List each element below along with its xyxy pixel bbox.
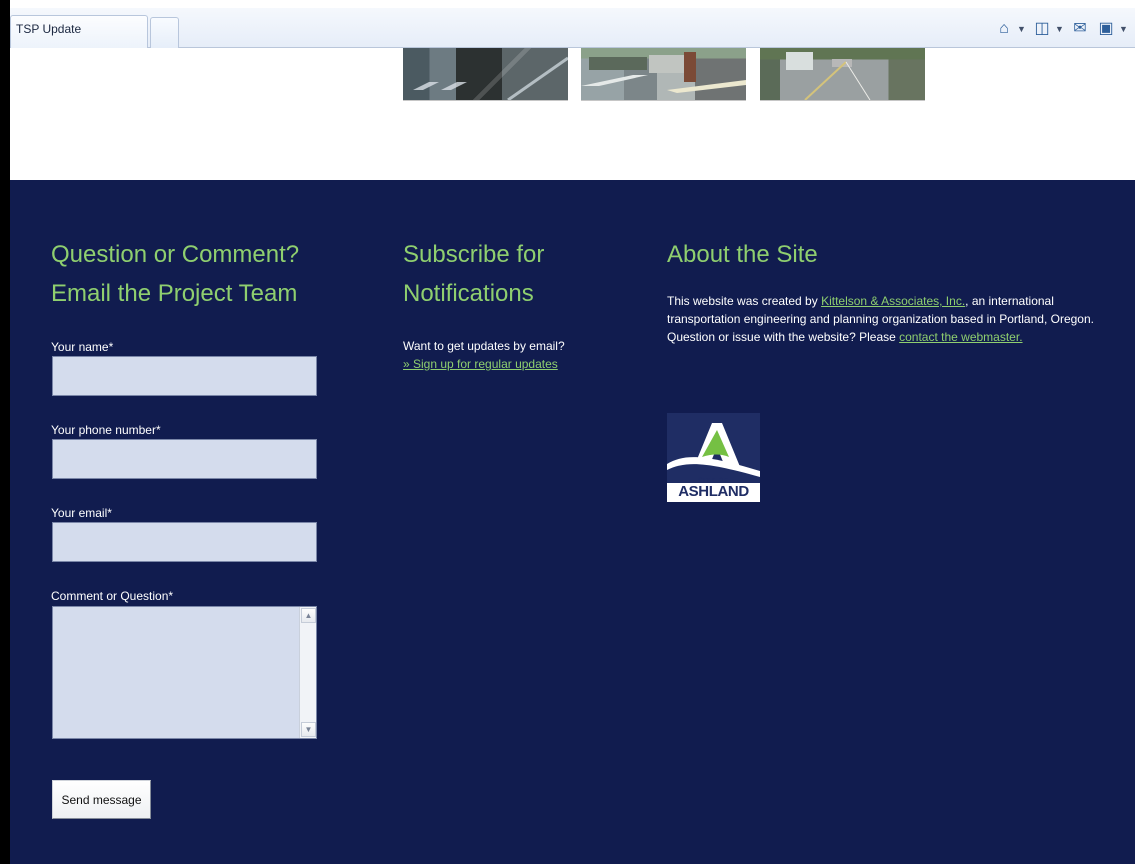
signup-link[interactable]: » Sign up for regular updates	[403, 357, 558, 371]
site-footer: Question or Comment? Email the Project T…	[10, 180, 1135, 864]
subscribe-text-block: Want to get updates by email? » Sign up …	[403, 337, 613, 373]
about-text: This website was created by Kittelson & …	[667, 292, 1107, 346]
phone-field[interactable]	[52, 439, 317, 479]
page-content: Question or Comment? Email the Project T…	[10, 48, 1135, 864]
comment-scrollbar[interactable]: ▲ ▼	[299, 607, 316, 738]
name-field[interactable]	[52, 356, 317, 396]
email-field[interactable]	[52, 522, 317, 562]
name-label: Your name*	[51, 340, 114, 354]
comment-label: Comment or Question*	[51, 589, 174, 603]
print-icon[interactable]: ▣	[1097, 20, 1115, 38]
tab-title: TSP Update	[16, 22, 82, 36]
street-photo	[403, 48, 568, 101]
feed-dropdown-icon[interactable]: ▼	[1055, 24, 1064, 34]
logo-name: ASHLAND	[678, 483, 749, 500]
comment-textarea[interactable]	[53, 607, 300, 738]
scroll-down-icon[interactable]: ▼	[301, 722, 316, 737]
about-text-start: This website was created by	[667, 294, 822, 308]
about-heading: About the Site	[667, 241, 818, 268]
crosswalk-photo	[581, 48, 746, 101]
contact-heading-line2: Email the Project Team	[51, 280, 298, 307]
subscribe-heading-line2: Notifications	[403, 280, 534, 307]
active-tab[interactable]: TSP Update	[10, 15, 148, 48]
subscribe-heading-line1: Subscribe for	[403, 241, 545, 268]
road-photo-graphic	[786, 52, 871, 100]
phone-label: Your phone number*	[51, 423, 161, 437]
contact-heading: Question or Comment? Email the Project T…	[51, 235, 351, 313]
subscribe-text: Want to get updates by email?	[403, 339, 565, 353]
road-photo	[760, 48, 925, 101]
scroll-up-icon[interactable]: ▲	[301, 608, 316, 623]
city-of-ashland-logo: CITY OF ASHLAND	[667, 413, 760, 502]
contact-heading-line1: Question or Comment?	[51, 241, 300, 268]
street-photo-graphic	[413, 56, 568, 100]
browser-tabbar: TSP Update ⌂ ▼ ◫ ▼ ✉ ▣ ▼	[10, 8, 1135, 48]
new-tab-button[interactable]	[150, 17, 179, 48]
webmaster-link[interactable]: contact the webmaster.	[899, 330, 1022, 344]
rss-feed-icon[interactable]: ◫	[1033, 20, 1051, 38]
comment-box: ▲ ▼	[52, 606, 317, 739]
browser-toolbar: ⌂ ▼ ◫ ▼ ✉ ▣ ▼	[995, 19, 1128, 39]
print-dropdown-icon[interactable]: ▼	[1119, 24, 1128, 34]
home-dropdown-icon[interactable]: ▼	[1017, 24, 1026, 34]
email-label: Your email*	[51, 506, 112, 520]
browser-window: TSP Update ⌂ ▼ ◫ ▼ ✉ ▣ ▼ Question or Com…	[10, 0, 1135, 864]
crosswalk-photo-graphic	[581, 52, 746, 93]
home-icon[interactable]: ⌂	[995, 20, 1013, 38]
subscribe-heading: Subscribe for Notifications	[403, 235, 613, 313]
kittelson-link[interactable]: Kittelson & Associates, Inc.	[821, 294, 965, 308]
send-message-button[interactable]: Send message	[52, 780, 151, 819]
mail-icon[interactable]: ✉	[1071, 20, 1089, 38]
